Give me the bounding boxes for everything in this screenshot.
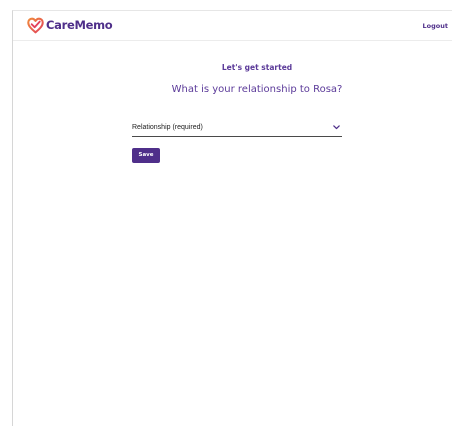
brand-name: CareMemo <box>46 18 113 32</box>
relationship-select-value: Relationship (required) <box>132 124 203 131</box>
chevron-down-icon <box>333 125 340 130</box>
relationship-select[interactable]: Relationship (required) <box>132 122 342 137</box>
save-button[interactable]: Save <box>132 148 160 163</box>
logout-link[interactable]: Logout <box>423 21 448 31</box>
page-heading: Let's get started <box>221 63 293 72</box>
top-header: CareMemo Logout <box>13 11 452 41</box>
brand-logo[interactable]: CareMemo <box>27 16 113 34</box>
heart-check-logo-icon <box>27 17 44 33</box>
relationship-question: What is your relationship to Rosa? <box>171 84 343 95</box>
app-window: CareMemo Logout Let's get started What i… <box>12 10 452 426</box>
